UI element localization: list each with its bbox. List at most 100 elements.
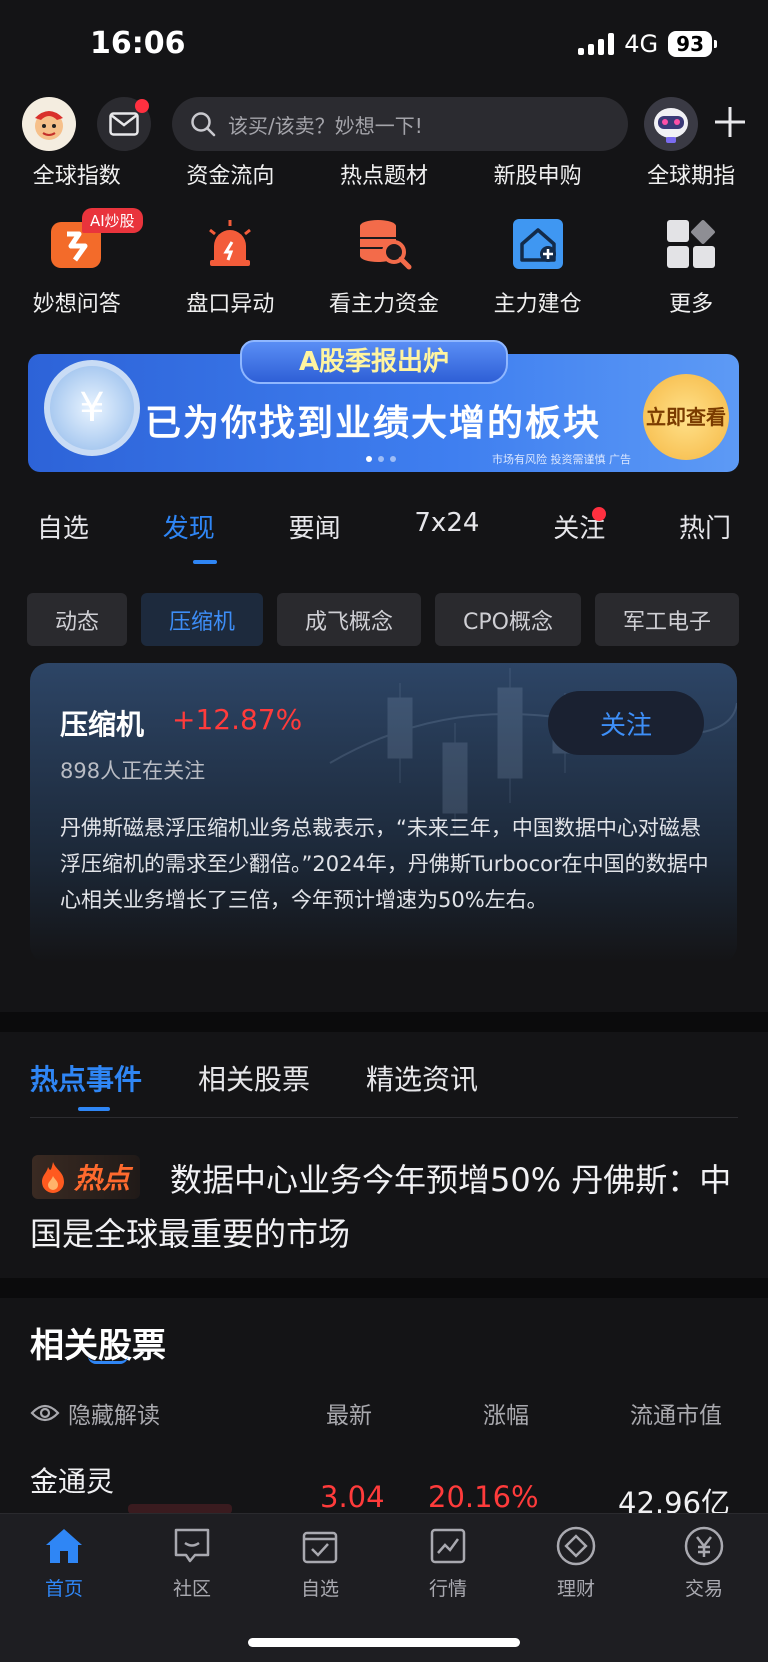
add-button[interactable] <box>708 100 752 144</box>
bottom-nav-label: 首页 <box>44 1578 83 1600</box>
bottom-nav-label: 理财 <box>556 1578 595 1600</box>
tab-related-stocks[interactable]: 相关股票 <box>198 1058 310 1098</box>
quick-nav-label: 盘口异动 <box>186 292 275 317</box>
database-search-icon <box>354 214 414 274</box>
banner-tag: A股季报出炉 <box>240 340 508 384</box>
bottom-nav-label: 行情 <box>428 1578 467 1600</box>
concept-chips: 动态 压缩机 成飞概念 CPO概念 军工电子 <box>27 593 740 646</box>
quick-nav-label: 妙想问答 <box>32 292 121 317</box>
hot-badge-label: 热点 <box>74 1162 131 1195</box>
status-indicators: 4G 93 <box>578 30 717 58</box>
eye-icon <box>30 1404 60 1422</box>
quick-nav-main-funds[interactable]: 看主力资金 <box>307 214 461 318</box>
active-tab-indicator <box>193 560 217 564</box>
assistant-robot-button[interactable] <box>644 97 698 151</box>
column-market-cap[interactable]: 流通市值 <box>630 1396 722 1430</box>
messages-button[interactable] <box>97 97 151 151</box>
banner-pager <box>366 456 396 462</box>
concept-followers: 898人正在关注 <box>60 759 206 783</box>
quick-nav-position-building[interactable]: 主力建仓 <box>461 214 615 318</box>
section-divider <box>0 1278 768 1298</box>
banner-risk-note: 市场有风险 投资需谨慎 广告 <box>492 453 631 466</box>
concept-description: 丹佛斯磁悬浮压缩机业务总裁表示，“未来三年，中国数据中心对磁悬浮压缩机的需求至少… <box>60 816 709 912</box>
subtab-separator <box>30 1117 738 1118</box>
search-placeholder: 该买/该卖？妙想一下! <box>228 113 423 138</box>
battery-level: 93 <box>668 31 717 57</box>
tab-hot-events[interactable]: 热点事件 <box>30 1058 142 1098</box>
network-type: 4G <box>624 30 659 58</box>
yen-coin-icon <box>682 1524 726 1568</box>
tab-news[interactable]: 要闻 <box>289 508 341 545</box>
bottom-nav-wealth[interactable]: 理财 <box>512 1514 640 1662</box>
bottom-nav-community[interactable]: 社区 <box>128 1514 256 1662</box>
diamond-icon <box>554 1524 598 1568</box>
chart-icon <box>426 1524 470 1568</box>
detail-tabs: 热点事件 相关股票 精选资讯 <box>30 1058 478 1098</box>
mail-icon <box>109 112 139 136</box>
quick-nav-more[interactable]: 更多 <box>614 214 768 318</box>
stock-latest-price: 3.04 <box>320 1480 385 1514</box>
quick-nav-hot-topics[interactable]: 热点题材 <box>307 158 461 190</box>
tab-7x24[interactable]: 7x24 <box>414 508 479 545</box>
quick-nav-ipo[interactable]: 新股申购 <box>461 158 615 190</box>
home-indicator <box>248 1638 520 1647</box>
bottom-nav-label: 自选 <box>300 1578 339 1600</box>
chip-dynamic[interactable]: 动态 <box>27 593 128 646</box>
yen-magnifier-icon: ¥ <box>44 360 140 456</box>
user-avatar[interactable] <box>22 97 76 151</box>
stock-change: 20.16% <box>428 1480 539 1514</box>
robot-icon <box>654 108 688 143</box>
unread-dot <box>135 99 149 113</box>
section-divider <box>0 1012 768 1032</box>
banner-cta-button[interactable]: 立即查看 <box>643 374 729 460</box>
alarm-icon <box>200 214 260 274</box>
signal-icon <box>578 33 615 55</box>
tab-discover[interactable]: 发现 <box>163 508 215 545</box>
concept-title: 压缩机 <box>60 708 145 741</box>
hot-badge: 热点 <box>32 1155 141 1199</box>
tab-selected-news[interactable]: 精选资讯 <box>366 1058 478 1098</box>
quick-nav-label: 看主力资金 <box>328 292 439 317</box>
banner-headline: 已为你找到业绩大增的板块 <box>145 403 602 444</box>
chip-compressor[interactable]: 压缩机 <box>141 593 264 646</box>
column-change[interactable]: 涨幅 <box>483 1396 529 1430</box>
chat-bubble-icon <box>170 1524 214 1568</box>
bottom-nav-trade[interactable]: 交易 <box>640 1514 768 1662</box>
title-underline <box>88 1356 128 1364</box>
hide-analysis-label: 隐藏解读 <box>68 1403 160 1429</box>
bottom-nav-label: 交易 <box>684 1578 723 1600</box>
ai-badge: AI炒股 <box>82 208 143 233</box>
follow-button[interactable]: 关注 <box>548 691 704 755</box>
chip-cpo[interactable]: CPO概念 <box>435 593 581 646</box>
tab-popular[interactable]: 热门 <box>679 508 731 545</box>
search-bar[interactable]: 该买/该卖？妙想一下! <box>172 97 628 151</box>
search-icon <box>191 112 216 137</box>
quick-nav-label: 更多 <box>669 292 714 317</box>
tab-watchlist[interactable]: 自选 <box>37 508 89 545</box>
stock-name[interactable]: 金通灵 <box>30 1460 114 1500</box>
quick-nav-fund-flow[interactable]: 资金流向 <box>154 158 308 190</box>
plus-icon <box>715 107 745 137</box>
main-tabs: 自选 发现 要闻 7x24 关注 热门 <box>0 508 768 545</box>
bottom-nav-home[interactable]: 首页 <box>0 1514 128 1662</box>
chip-military-electronics[interactable]: 军工电子 <box>595 593 740 646</box>
house-plus-icon <box>508 214 568 274</box>
mascot-icon <box>35 111 63 140</box>
quick-nav-global-index[interactable]: 全球指数 <box>0 158 154 190</box>
following-unread-dot <box>592 507 606 521</box>
flame-icon <box>42 1162 64 1193</box>
checkbox-icon <box>298 1524 342 1568</box>
status-time: 16:06 <box>90 26 186 61</box>
concept-change: +12.87% <box>172 703 303 736</box>
column-latest[interactable]: 最新 <box>326 1396 372 1430</box>
quick-nav-global-futures[interactable]: 全球期指 <box>614 158 768 190</box>
active-subtab-indicator <box>78 1107 110 1111</box>
hide-analysis-toggle[interactable]: 隐藏解读 <box>30 1396 160 1430</box>
bottom-nav-label: 社区 <box>172 1578 211 1600</box>
home-icon <box>42 1524 86 1568</box>
quick-nav-order-alert[interactable]: 盘口异动 <box>154 214 308 318</box>
quick-nav-row-1: 全球指数 资金流向 热点题材 新股申购 全球期指 <box>0 158 768 190</box>
quick-nav-label: 主力建仓 <box>493 292 582 317</box>
grid-icon <box>661 214 721 274</box>
chip-chengfei[interactable]: 成飞概念 <box>277 593 422 646</box>
